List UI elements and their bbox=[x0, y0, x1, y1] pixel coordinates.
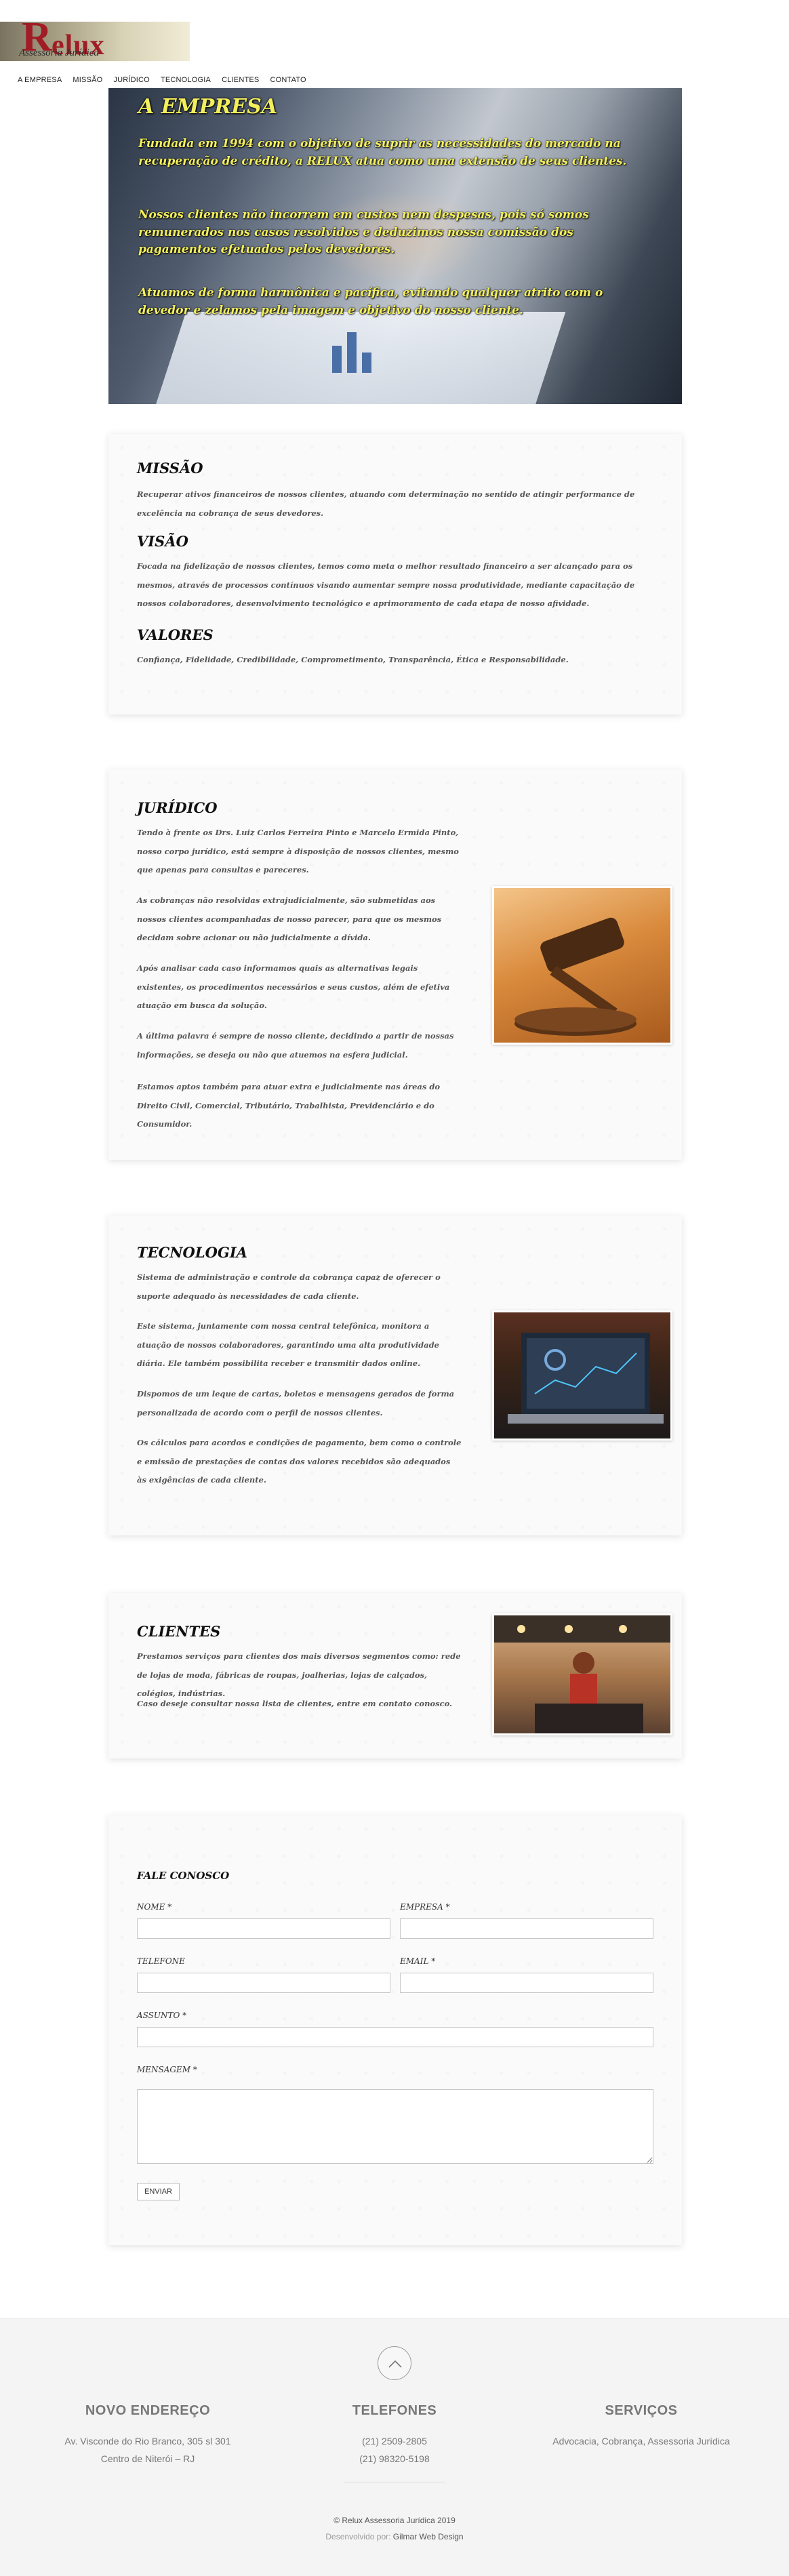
mensagem-label: MENSAGEM * bbox=[137, 2065, 197, 2074]
nav-item-empresa[interactable]: A EMPRESA bbox=[18, 76, 62, 84]
section-tecnologia: TECNOLOGIA Sistema de administração e co… bbox=[108, 1215, 682, 1535]
servicos-title: SERVIÇOS bbox=[605, 2403, 678, 2418]
section-juridico: JURÍDICO Tendo à frente os Drs. Luiz Car… bbox=[108, 769, 682, 1160]
chevron-up-icon bbox=[388, 2360, 402, 2368]
footer: NOVO ENDEREÇO Av. Visconde do Rio Branco… bbox=[0, 2318, 789, 2576]
developer-link[interactable]: Gilmar Web Design bbox=[393, 2532, 464, 2541]
hero-paragraph: Nossos clientes não incorrem em custos n… bbox=[138, 208, 589, 256]
gavel-icon bbox=[514, 917, 636, 1036]
hero-chart-bar bbox=[362, 353, 371, 373]
valores-title: VALORES bbox=[137, 626, 214, 643]
nome-label: NOME * bbox=[137, 1902, 172, 1912]
assunto-label: ASSUNTO * bbox=[137, 2011, 187, 2020]
missao-text: Recuperar ativos financeiros de nossos c… bbox=[137, 489, 635, 518]
logo[interactable]: R elux Assessoria Jurídica bbox=[0, 16, 190, 61]
tecnologia-paragraph: Dispomos de um leque de cartas, boletos … bbox=[137, 1389, 455, 1417]
developer-credit: Desenvolvido por: Gilmar Web Design bbox=[0, 2532, 789, 2541]
empresa-field[interactable] bbox=[400, 1918, 653, 1939]
hero-chart-bar bbox=[332, 346, 342, 373]
juridico-title: JURÍDICO bbox=[137, 799, 218, 816]
servicos-line: Advocacia, Cobrança, Assessoria Jurídica bbox=[552, 2436, 730, 2447]
section-missao: MISSÃO Recuperar ativos financeiros de n… bbox=[108, 434, 682, 715]
visao-title: VISÃO bbox=[137, 533, 188, 550]
laptop-icon bbox=[508, 1333, 664, 1424]
contact-form-title: FALE CONOSCO bbox=[137, 1870, 230, 1882]
main-nav: A EMPRESA MISSÃO JURÍDICO TECNOLOGIA CLI… bbox=[18, 76, 306, 84]
tecnologia-paragraph: Sistema de administração e controle da c… bbox=[137, 1272, 441, 1301]
endereco-title: NOVO ENDEREÇO bbox=[85, 2403, 211, 2418]
telefone-line[interactable]: (21) 2509-2805 bbox=[293, 2436, 496, 2447]
nav-item-juridico[interactable]: JURÍDICO bbox=[113, 76, 150, 84]
laptop-image bbox=[492, 1310, 672, 1441]
submit-button[interactable]: ENVIAR bbox=[137, 2183, 180, 2200]
email-label: EMAIL * bbox=[400, 1956, 436, 1966]
valores-text: Confiança, Fidelidade, Credibilidade, Co… bbox=[137, 655, 569, 664]
nav-item-clientes[interactable]: CLIENTES bbox=[222, 76, 259, 84]
hero-document-image bbox=[153, 312, 566, 404]
nav-item-tecnologia[interactable]: TECNOLOGIA bbox=[161, 76, 211, 84]
section-clientes: CLIENTES Prestamos serviços para cliente… bbox=[108, 1593, 682, 1758]
juridico-paragraph: As cobranças não resolvidas extrajudicia… bbox=[137, 895, 442, 943]
clientes-title: CLIENTES bbox=[137, 1623, 221, 1640]
tecnologia-paragraph: Este sistema, juntamente com nossa centr… bbox=[137, 1321, 439, 1369]
hero-empresa: A EMPRESA Fundada em 1994 com o objetivo… bbox=[108, 88, 682, 404]
empresa-label: EMPRESA * bbox=[400, 1902, 450, 1912]
juridico-paragraph: Após analisar cada caso informamos quais… bbox=[137, 963, 450, 1011]
juridico-paragraph: A última palavra é sempre de nosso clien… bbox=[137, 1031, 454, 1060]
missao-title: MISSÃO bbox=[137, 460, 203, 477]
copyright: © Relux Assessoria Jurídica 2019 bbox=[333, 2516, 456, 2525]
visao-text: Focada na fidelização de nossos clientes… bbox=[137, 561, 635, 609]
logo-subtitle: Assessoria Jurídica bbox=[19, 47, 99, 58]
tecnologia-paragraph: Os cálculos para acordos e condições de … bbox=[137, 1438, 462, 1485]
back-to-top-button[interactable] bbox=[378, 2346, 411, 2380]
hero-chart-bar bbox=[347, 332, 357, 373]
telefone-field[interactable] bbox=[137, 1973, 390, 1993]
nav-item-missao[interactable]: MISSÃO bbox=[73, 76, 102, 84]
email-field[interactable] bbox=[400, 1973, 653, 1993]
telefone-line[interactable]: (21) 98320-5198 bbox=[293, 2453, 496, 2464]
mensagem-field[interactable] bbox=[137, 2089, 653, 2164]
juridico-paragraph: Estamos aptos também para atuar extra e … bbox=[137, 1082, 441, 1129]
juridico-paragraph: Tendo à frente os Drs. Luiz Carlos Ferre… bbox=[137, 828, 459, 875]
endereco-line: Centro de Niterói – RJ bbox=[100, 2453, 195, 2464]
endereco-line: Av. Visconde do Rio Branco, 305 sl 301 bbox=[64, 2436, 231, 2447]
telefone-label: TELEFONE bbox=[137, 1956, 185, 1966]
store-image bbox=[492, 1613, 672, 1735]
shop-icon bbox=[494, 1615, 670, 1733]
nav-item-contato[interactable]: CONTATO bbox=[270, 76, 306, 84]
gavel-image bbox=[492, 886, 672, 1045]
section-contato: FALE CONOSCO NOME * EMPRESA * TELEFONE E… bbox=[108, 1815, 682, 2245]
assunto-field[interactable] bbox=[137, 2027, 653, 2047]
hero-paragraph: Fundada em 1994 com o objetivo de suprir… bbox=[138, 137, 627, 168]
clientes-paragraph: Caso deseje consultar nossa lista de cli… bbox=[137, 1699, 453, 1708]
tecnologia-title: TECNOLOGIA bbox=[137, 1244, 247, 1261]
nome-field[interactable] bbox=[137, 1918, 390, 1939]
hero-paragraph: Atuamos de forma harmônica e pacífica, e… bbox=[138, 286, 603, 317]
developer-prefix: Desenvolvido por: bbox=[325, 2532, 391, 2541]
telefones-title: TELEFONES bbox=[352, 2403, 437, 2418]
hero-title: A EMPRESA bbox=[138, 95, 278, 119]
